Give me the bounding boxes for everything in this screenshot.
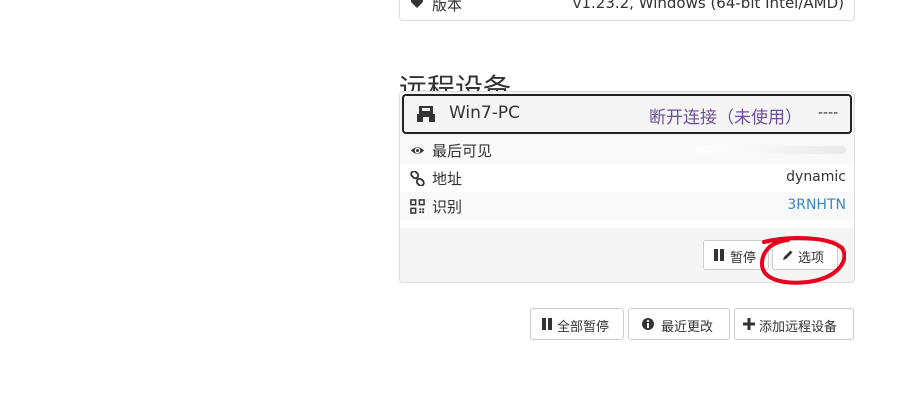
- pause-icon: [713, 249, 725, 261]
- recent-changes-label: 最近更改: [661, 320, 714, 335]
- info-row-identification: 识别 3RNHTN: [400, 192, 854, 220]
- version-row: 版本 v1.23.2, Windows (64-bit Intel/AMD): [410, 0, 844, 16]
- heart-icon: [410, 0, 424, 10]
- options-button-label: 选项: [798, 251, 825, 266]
- version-panel: 版本 v1.23.2, Windows (64-bit Intel/AMD): [399, 0, 855, 21]
- pause-button[interactable]: 暂停: [703, 240, 769, 270]
- version-label: 版本: [432, 0, 463, 14]
- device-rate: ----: [818, 105, 839, 121]
- info-label: 地址: [432, 170, 463, 188]
- device-id-link[interactable]: 3RNHTN: [787, 197, 846, 213]
- pause-all-label: 全部暂停: [557, 320, 610, 335]
- qrcode-icon: [410, 199, 425, 214]
- device-panel: Win7-PC 断开连接（未使用） ---- 最后可见 地址 dynamic 识…: [399, 91, 855, 283]
- add-device-label: 添加远程设备: [759, 320, 838, 335]
- info-label: 识别: [432, 198, 463, 216]
- last-seen-value-blurred: [696, 146, 846, 154]
- version-value: v1.23.2, Windows (64-bit Intel/AMD): [572, 0, 844, 12]
- device-header[interactable]: Win7-PC 断开连接（未使用） ----: [402, 94, 852, 134]
- pause-icon: [541, 318, 553, 330]
- info-row-last-seen: 最后可见: [400, 136, 854, 164]
- computer-icon: [416, 105, 436, 123]
- device-name: Win7-PC: [449, 103, 521, 123]
- pause-all-button[interactable]: 全部暂停: [530, 308, 624, 340]
- recent-changes-button[interactable]: 最近更改: [628, 308, 730, 340]
- info-label: 最后可见: [432, 142, 493, 160]
- device-info: 最后可见 地址 dynamic 识别 3RNHTN: [400, 136, 854, 228]
- add-device-button[interactable]: 添加远程设备: [734, 308, 854, 340]
- link-icon: [410, 170, 425, 187]
- eye-icon: [410, 143, 425, 158]
- plus-icon: [743, 318, 755, 330]
- info-row-address: 地址 dynamic: [400, 164, 854, 192]
- pencil-icon: [782, 249, 794, 261]
- info-circle-icon: [642, 318, 654, 330]
- pause-button-label: 暂停: [730, 251, 757, 266]
- device-status: 断开连接（未使用）: [649, 108, 802, 128]
- options-button[interactable]: 选项: [772, 240, 838, 270]
- address-value: dynamic: [786, 169, 846, 185]
